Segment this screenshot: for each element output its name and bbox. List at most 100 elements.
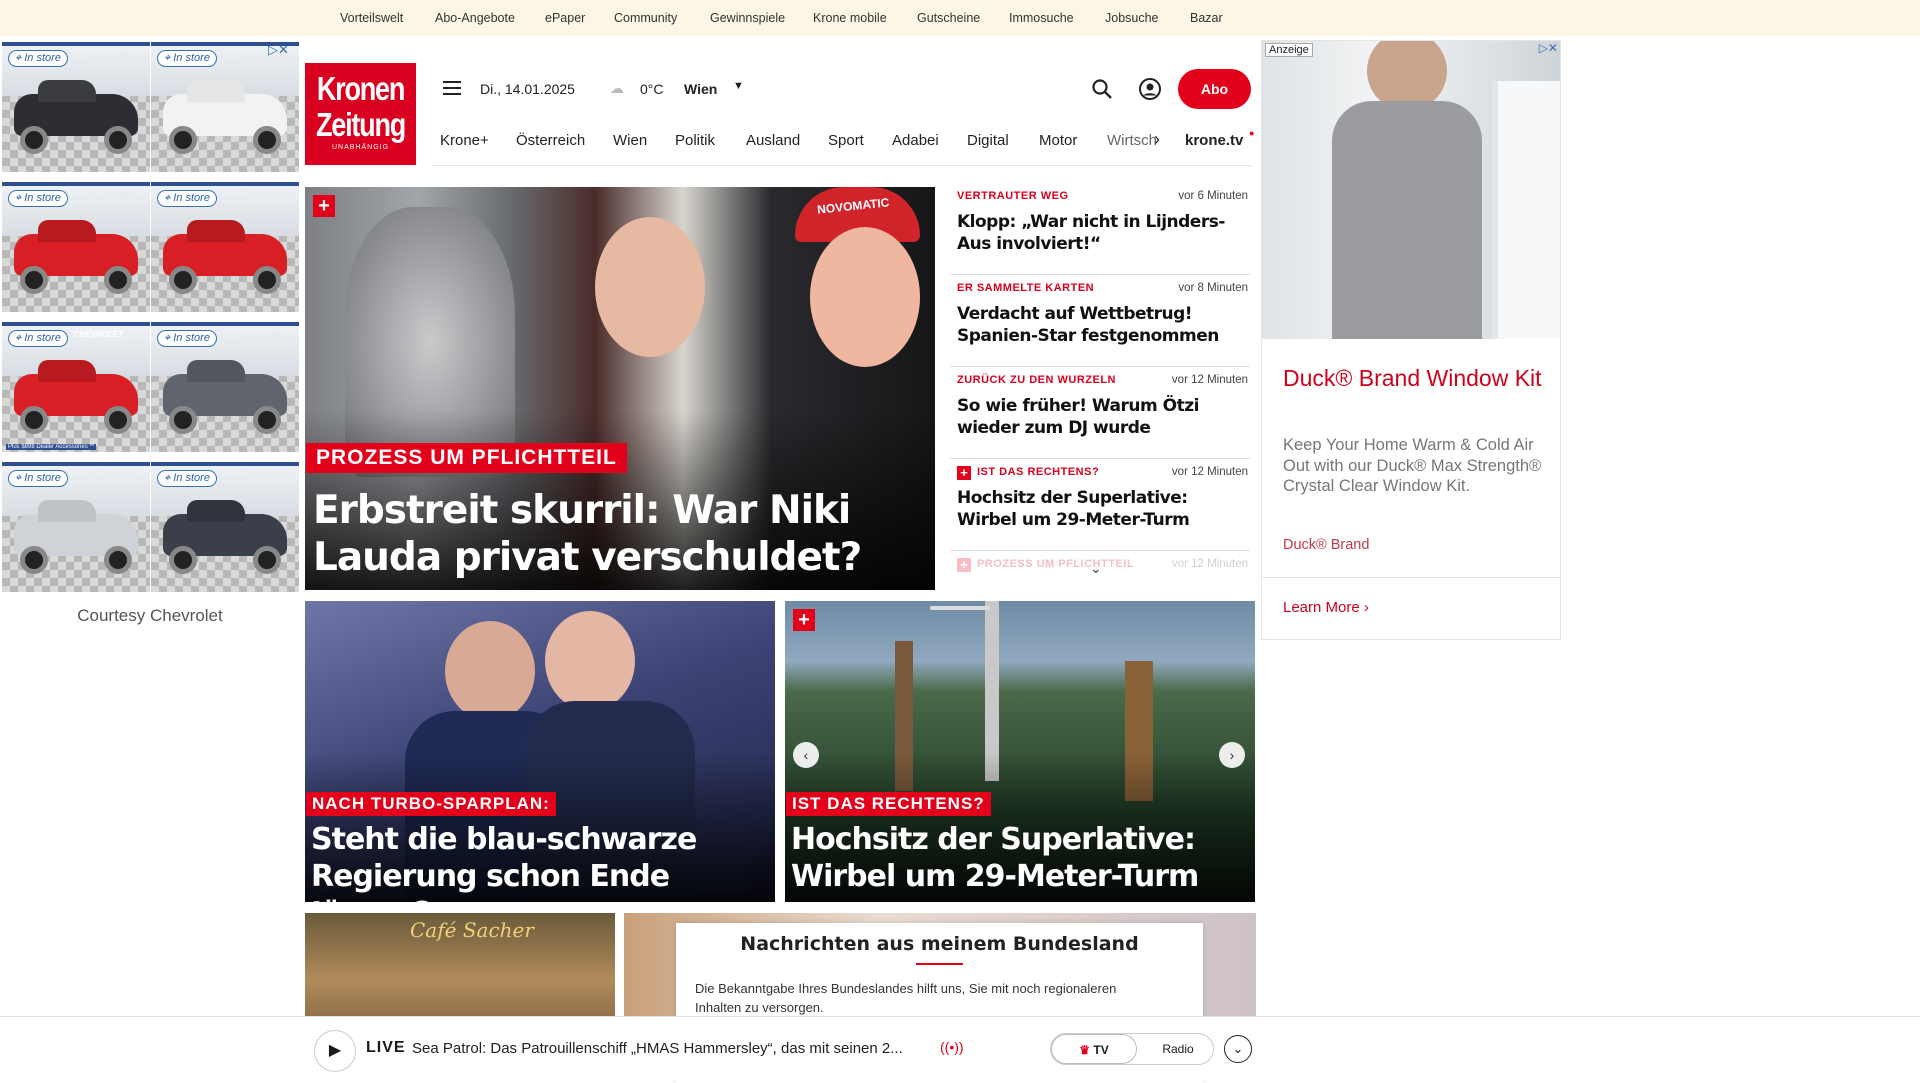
topbar-link-jobsuche[interactable]: Jobsuche <box>1105 11 1159 25</box>
in-store-pill: ⌖ In store <box>8 330 68 347</box>
hero-headline[interactable]: Erbstreit skurril: War Niki Lauda privat… <box>313 487 923 581</box>
radio-option[interactable]: Radio <box>1143 1034 1213 1064</box>
krone-plus-icon: + <box>957 466 971 480</box>
card-person-1 <box>445 621 535 721</box>
hero-article[interactable]: NOVOMATIC + PROZESS UM PFLICHTTEIL Erbst… <box>305 187 935 590</box>
in-store-pill: ⌖ In store <box>8 50 68 67</box>
in-store-pill: ⌖ In store <box>157 330 217 347</box>
hero-person-1 <box>595 217 705 357</box>
news-item[interactable]: + IST DAS RECHTENS? vor 12 Minuten Hochs… <box>950 466 1250 554</box>
ad-close-icon[interactable]: ▷✕ <box>268 42 289 58</box>
topbar-link-vorteilswelt[interactable]: Vorteilswelt <box>340 11 403 25</box>
temperature: 0°C <box>640 81 664 97</box>
ad-car-tile[interactable]: ⌖ In store CHEVROLET Plus $898 Dealer Ac… <box>2 322 150 452</box>
topbar-link-epaper[interactable]: ePaper <box>545 11 585 25</box>
card-person-2 <box>545 611 635 711</box>
news-title[interactable]: Klopp: „War nicht in Lijnders-Aus involv… <box>957 211 1242 255</box>
play-icon[interactable]: ▶ <box>314 1030 356 1072</box>
news-item[interactable]: VERTRAUTER WEG vor 6 Minuten Klopp: „War… <box>950 190 1250 278</box>
nav-divider <box>432 165 1252 166</box>
account-icon[interactable] <box>1138 77 1162 101</box>
card-headline[interactable]: Hochsitz der Superlative: Wirbel um 29-M… <box>791 821 1251 895</box>
ad-car-tile[interactable]: ⌖ In store Courtesy <box>151 462 299 592</box>
player-text[interactable]: Sea Patrol: Das Patrouillenschiff „HMAS … <box>412 1040 903 1057</box>
ad-brand-mark: Courtesy <box>91 468 146 482</box>
ad-footer-label: Courtesy Chevrolet <box>77 606 223 625</box>
nav-item-digital[interactable]: Digital <box>967 132 1009 149</box>
abo-button[interactable]: Abo <box>1178 69 1251 109</box>
in-store-pill: ⌖ In store <box>157 470 217 487</box>
krone-plus-icon: + <box>793 609 815 631</box>
expand-chevron-icon[interactable]: ⌄ <box>1224 1035 1252 1063</box>
search-icon[interactable] <box>1091 78 1113 100</box>
ad-image: Anzeige ▷✕ <box>1262 41 1560 339</box>
ad-banner-small: Plus $898 Dealer Accessories ** <box>6 444 97 450</box>
topbar-link-community[interactable]: Community <box>614 11 677 25</box>
carousel-next-icon[interactable]: › <box>1219 742 1245 768</box>
news-title[interactable]: So wie früher! Warum Ötzi wieder zum DJ … <box>957 395 1242 439</box>
service-bar: Vorteilswelt Abo-Angebote ePaper Communi… <box>0 0 1920 36</box>
chevron-down-icon[interactable]: ▼ <box>733 80 744 92</box>
nav-item-motor[interactable]: Motor <box>1039 132 1077 149</box>
news-time: vor 8 Minuten <box>1178 282 1248 294</box>
ad-cta-button[interactable]: Learn More › <box>1283 599 1369 616</box>
topbar-link-abo-angebote[interactable]: Abo-Angebote <box>435 11 515 25</box>
right-ad[interactable]: Anzeige ▷✕ Duck® Brand Window Kit Keep Y… <box>1261 40 1561 640</box>
nav-item-adabei[interactable]: Adabei <box>892 132 939 149</box>
cafe-sign: Café Sacher <box>410 918 534 942</box>
nav-item-wirtschaft[interactable]: Wirtsch <box>1107 132 1157 149</box>
article-card[interactable]: NACH TURBO-SPARPLAN: Steht die blau-schw… <box>305 601 775 902</box>
topbar-link-krone-mobile[interactable]: Krone mobile <box>813 11 887 25</box>
nav-item-krone-plus[interactable]: Krone+ <box>440 132 489 149</box>
krone-plus-icon: + <box>957 558 971 572</box>
ad-car-tile[interactable]: ⌖ In store Courtesy <box>151 322 299 452</box>
news-kicker: ZURÜCK ZU DEN WURZELN <box>957 374 1116 386</box>
news-item[interactable]: ER SAMMELTE KARTEN vor 8 Minuten Verdach… <box>950 282 1250 370</box>
topbar-link-immosuche[interactable]: Immosuche <box>1009 11 1074 25</box>
topbar-link-bazar[interactable]: Bazar <box>1190 11 1223 25</box>
scroll-down-chevron-icon[interactable]: ⌄ <box>1090 560 1102 577</box>
site-logo[interactable]: Kronen Zeitung UNABHÄNGIG <box>305 63 416 165</box>
ad-car-tile[interactable]: ⌖ In store Courtesy <box>151 182 299 312</box>
ad-brand-mark: Courtesy <box>240 468 295 482</box>
nav-item-politik[interactable]: Politik <box>675 132 715 149</box>
left-car-ad[interactable]: ⌖ In store Courtesy ⌖ In store Courtesy … <box>0 40 300 600</box>
ad-car-tile[interactable]: ⌖ In store Courtesy <box>2 462 150 592</box>
nav-item-oesterreich[interactable]: Österreich <box>516 132 585 149</box>
ad-car-tile[interactable]: ⌖ In store Courtesy <box>151 42 299 172</box>
nav-scroll-right-icon[interactable]: › <box>1154 129 1160 150</box>
news-kicker: PROZESS UM PFLICHTTEIL <box>977 558 1135 570</box>
nav-item-ausland[interactable]: Ausland <box>746 132 800 149</box>
card-headline[interactable]: Steht die blau-schwarze Regierung schon … <box>311 821 771 902</box>
in-store-pill: ⌖ In store <box>8 190 68 207</box>
news-item[interactable]: ZURÜCK ZU DEN WURZELN vor 12 Minuten So … <box>950 374 1250 462</box>
location-select[interactable]: Wien <box>684 81 717 97</box>
topbar-link-gewinnspiele[interactable]: Gewinnspiele <box>710 11 785 25</box>
bundesland-body: Die Bekanntgabe Ihres Bundeslandes hilft… <box>695 981 1117 1015</box>
carousel-prev-icon[interactable]: ‹ <box>793 742 819 768</box>
topbar-link-gutscheine[interactable]: Gutscheine <box>917 11 980 25</box>
ad-car-tile[interactable]: ⌖ In store Courtesy <box>2 182 150 312</box>
card-kicker: NACH TURBO-SPARPLAN: <box>306 792 556 816</box>
news-title[interactable]: Verdacht auf Wettbetrug! Spanien-Star fe… <box>957 303 1242 347</box>
tv-option[interactable]: ♛ TV <box>1051 1034 1137 1064</box>
ad-body: Keep Your Home Warm & Cold Air Out with … <box>1283 436 1542 495</box>
ad-close-icon[interactable]: ▷✕ <box>1539 41 1558 55</box>
krone-plus-icon: + <box>313 195 335 217</box>
menu-icon[interactable] <box>443 81 461 95</box>
nav-item-sport[interactable]: Sport <box>828 132 864 149</box>
ad-car-tile[interactable]: ⌖ In store Courtesy <box>2 42 150 172</box>
ad-brand-mark: Courtesy <box>91 188 146 202</box>
hero-kicker: PROZESS UM PFLICHTTEIL <box>306 443 627 473</box>
crown-icon: ♛ <box>1079 1043 1091 1057</box>
news-kicker: VERTRAUTER WEG <box>957 190 1069 202</box>
tv-radio-toggle[interactable]: ♛ TV Radio <box>1050 1033 1214 1065</box>
chevrolet-mark: CHEVROLET <box>74 330 124 339</box>
nav-item-krone-tv[interactable]: krone.tv <box>1185 132 1243 149</box>
nav-item-wien[interactable]: Wien <box>613 132 647 149</box>
ad-title[interactable]: Duck® Brand Window Kit <box>1283 363 1543 393</box>
live-label: LIVE <box>366 1039 406 1056</box>
logo-tagline: UNABHÄNGIG <box>331 144 390 151</box>
news-title[interactable]: Hochsitz der Superlative: Wirbel um 29-M… <box>957 487 1242 531</box>
article-card[interactable]: + ‹ › IST DAS RECHTENS? Hochsitz der Sup… <box>785 601 1255 902</box>
